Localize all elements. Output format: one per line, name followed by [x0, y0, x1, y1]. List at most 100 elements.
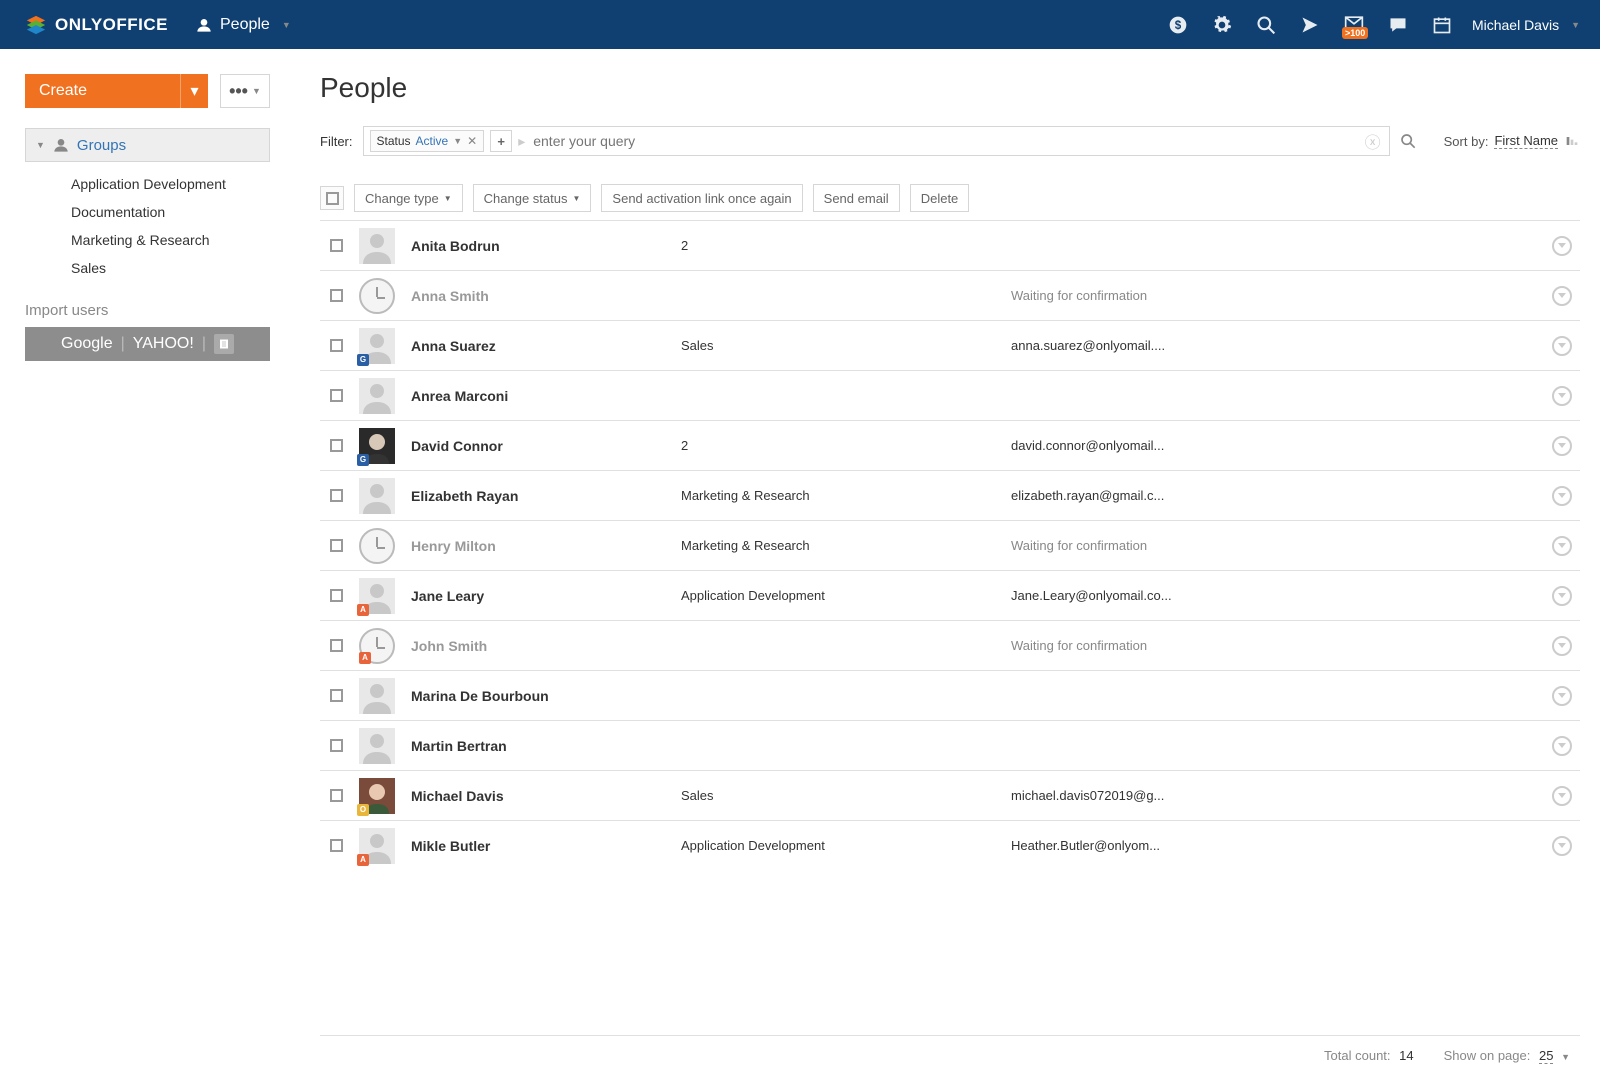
create-button[interactable]: Create ▾ — [25, 74, 208, 108]
mail-icon-wrapper[interactable]: >100 — [1344, 13, 1364, 36]
pricing-icon[interactable]: $ — [1168, 15, 1188, 35]
chat-icon[interactable] — [1388, 15, 1408, 35]
bulk-action-change-type[interactable]: Change type▼ — [354, 184, 463, 212]
person-email: Jane.Leary@onlyomail.co... — [1011, 588, 1542, 603]
person-name[interactable]: Elizabeth Rayan — [411, 488, 681, 504]
module-switcher[interactable]: People ▼ — [196, 16, 291, 34]
group-item[interactable]: Sales — [71, 254, 270, 282]
sort-dir-icon[interactable] — [1564, 133, 1580, 149]
person-name[interactable]: Anrea Marconi — [411, 388, 681, 404]
row-checkbox[interactable] — [330, 289, 343, 302]
calendar-icon[interactable] — [1432, 15, 1452, 35]
bulk-buttons: Change type▼ Change status▼ Send activatio… — [354, 184, 969, 212]
chevron-down-icon: ▼ — [282, 20, 291, 30]
person-name[interactable]: Marina De Bourboun — [411, 688, 681, 704]
groups-header[interactable]: ▼ Groups — [25, 128, 270, 162]
row-checkbox[interactable] — [330, 339, 343, 352]
person-name[interactable]: John Smith — [411, 638, 681, 654]
row-checkbox[interactable] — [330, 539, 343, 552]
row-checkbox[interactable] — [330, 239, 343, 252]
current-user-name: Michael Davis — [1472, 17, 1559, 33]
person-dept: Sales — [681, 338, 1011, 353]
file-import-icon — [214, 334, 234, 354]
person-row: Marina De Bourboun — [320, 670, 1580, 720]
row-menu-button[interactable] — [1552, 736, 1572, 756]
avatar-badge: O — [357, 804, 369, 816]
avatar-badge: A — [357, 604, 369, 616]
row-menu-button[interactable] — [1552, 586, 1572, 606]
current-user-menu[interactable]: Michael Davis ▼ — [1472, 17, 1580, 33]
row-checkbox[interactable] — [330, 789, 343, 802]
person-name[interactable]: Henry Milton — [411, 538, 681, 554]
row-menu-button[interactable] — [1552, 236, 1572, 256]
page-title: People — [320, 72, 1580, 104]
person-dept: Application Development — [681, 838, 1011, 853]
person-row: Anna SmithWaiting for confirmation — [320, 270, 1580, 320]
row-menu-button[interactable] — [1552, 636, 1572, 656]
row-menu-button[interactable] — [1552, 286, 1572, 306]
more-actions-button[interactable]: ••• ▼ — [220, 74, 270, 108]
person-name[interactable]: Anna Suarez — [411, 338, 681, 354]
chip-key: Status — [377, 134, 411, 148]
select-all-checkbox[interactable] — [320, 186, 344, 210]
row-menu-button[interactable] — [1552, 836, 1572, 856]
sort-value: First Name — [1494, 133, 1558, 149]
groups-label: Groups — [77, 137, 126, 154]
person-name[interactable]: Jane Leary — [411, 588, 681, 604]
row-checkbox[interactable] — [330, 439, 343, 452]
feed-icon[interactable] — [1300, 15, 1320, 35]
row-checkbox[interactable] — [330, 639, 343, 652]
person-name[interactable]: Anita Bodrun — [411, 238, 681, 254]
remove-chip-icon[interactable]: ✕ — [467, 134, 477, 148]
row-menu-button[interactable] — [1552, 686, 1572, 706]
search-icon[interactable] — [1256, 15, 1276, 35]
avatar: G — [359, 328, 395, 364]
status-text: Waiting for confirmation — [1011, 638, 1542, 653]
bulk-action-send-email[interactable]: Send email — [813, 184, 900, 212]
bulk-action-send-activation-link-once-again[interactable]: Send activation link once again — [601, 184, 802, 212]
per-page-control[interactable]: Show on page: 25 ▼ — [1444, 1048, 1570, 1063]
person-dept: Marketing & Research — [681, 538, 1011, 553]
row-menu-button[interactable] — [1552, 486, 1572, 506]
row-checkbox[interactable] — [330, 489, 343, 502]
row-menu-button[interactable] — [1552, 786, 1572, 806]
person-name[interactable]: Martin Bertran — [411, 738, 681, 754]
person-name[interactable]: Mikle Butler — [411, 838, 681, 854]
row-menu-button[interactable] — [1552, 336, 1572, 356]
search-icon[interactable] — [1400, 133, 1416, 149]
settings-icon[interactable] — [1212, 15, 1232, 35]
group-item[interactable]: Marketing & Research — [71, 226, 270, 254]
group-item[interactable]: Documentation — [71, 198, 270, 226]
filter-chip-status[interactable]: Status Active ▼ ✕ — [370, 130, 485, 152]
app-logo[interactable]: ONLYOFFICE — [25, 14, 168, 36]
person-row: AJohn SmithWaiting for confirmation — [320, 620, 1580, 670]
row-checkbox[interactable] — [330, 739, 343, 752]
person-name[interactable]: Anna Smith — [411, 288, 681, 304]
filter-query-input[interactable] — [531, 132, 1358, 150]
row-menu-button[interactable] — [1552, 536, 1572, 556]
row-checkbox[interactable] — [330, 689, 343, 702]
import-providers[interactable]: Google | YAHOO! | — [25, 327, 270, 361]
person-name[interactable]: Michael Davis — [411, 788, 681, 804]
filter-bar: Filter: Status Active ▼ ✕ + ▸ ⓧ Sort by:… — [320, 126, 1580, 156]
row-menu-button[interactable] — [1552, 436, 1572, 456]
clear-filter-icon[interactable]: ⓧ — [1365, 129, 1381, 153]
bulk-action-delete[interactable]: Delete — [910, 184, 970, 212]
row-checkbox[interactable] — [330, 589, 343, 602]
total-count: Total count: 14 — [1324, 1048, 1414, 1063]
row-checkbox[interactable] — [330, 389, 343, 402]
sort-control[interactable]: Sort by: First Name — [1444, 133, 1580, 149]
add-filter-button[interactable]: + — [490, 130, 512, 152]
svg-text:$: $ — [1175, 19, 1182, 32]
row-checkbox[interactable] — [330, 839, 343, 852]
person-name[interactable]: David Connor — [411, 438, 681, 454]
chevron-down-icon: ▼ — [1561, 1052, 1570, 1062]
person-row: Martin Bertran — [320, 720, 1580, 770]
chevron-down-icon: ▼ — [444, 194, 452, 203]
person-row: GAnna SuarezSalesanna.suarez@onlyomail..… — [320, 320, 1580, 370]
google-provider: Google — [61, 335, 113, 353]
row-menu-button[interactable] — [1552, 386, 1572, 406]
bulk-action-change-status[interactable]: Change status▼ — [473, 184, 592, 212]
person-dept: Sales — [681, 788, 1011, 803]
group-item[interactable]: Application Development — [71, 170, 270, 198]
